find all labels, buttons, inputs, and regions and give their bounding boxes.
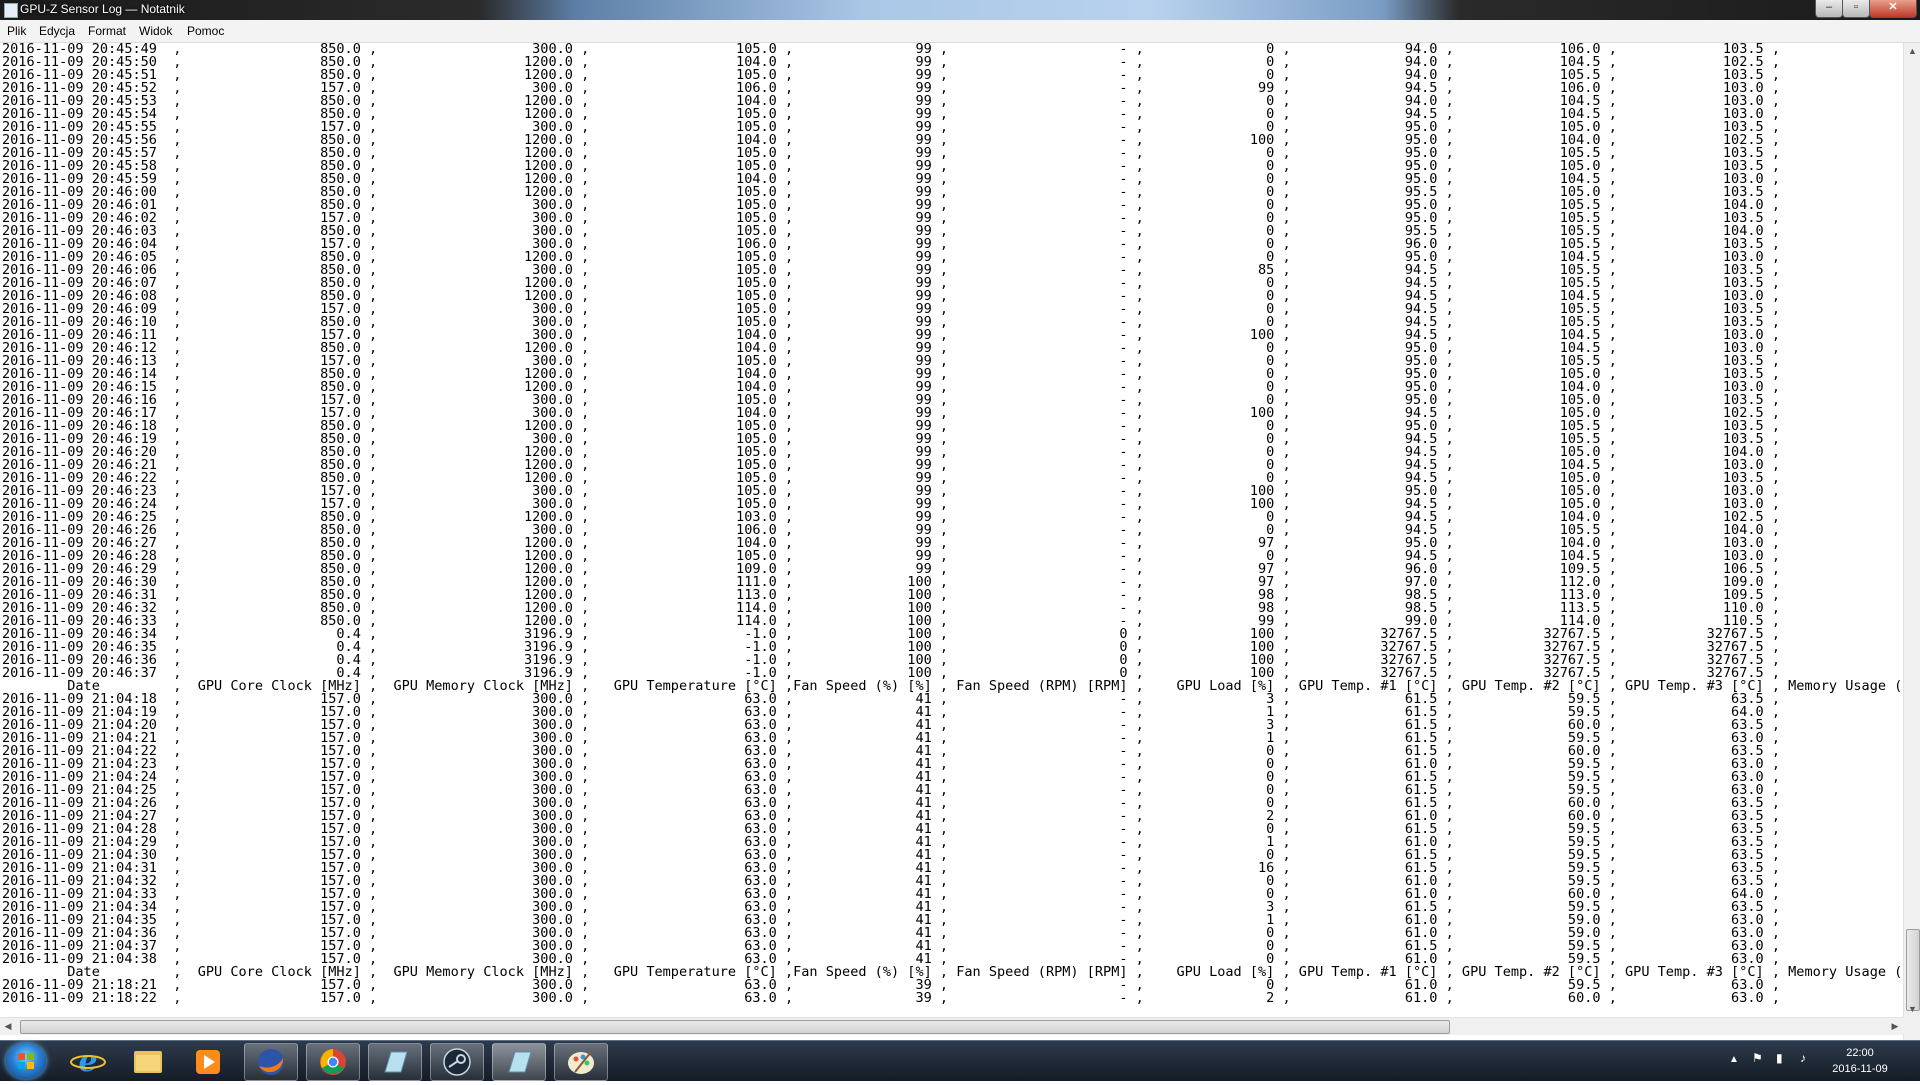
menu-view[interactable]: Widok <box>139 24 172 38</box>
vertical-scrollbar[interactable]: ▲ ▼ <box>1903 43 1920 1047</box>
tray-network-icon[interactable]: ▮ <box>1776 1051 1783 1065</box>
taskbar-firefox-icon[interactable] <box>244 1043 298 1081</box>
taskbar-paint-icon[interactable] <box>554 1043 608 1081</box>
menu-file[interactable]: Plik <box>7 24 26 38</box>
menu-format[interactable]: Format <box>88 24 126 38</box>
tray-show-hidden-icon[interactable]: ▲ <box>1729 1054 1739 1065</box>
windows-logo-icon <box>18 1053 34 1069</box>
menu-edit[interactable]: Edycja <box>39 24 75 38</box>
svg-text:e: e <box>78 1044 97 1079</box>
taskbar-steam-icon[interactable] <box>430 1043 484 1081</box>
scroll-left-icon[interactable]: ◀ <box>0 1018 16 1035</box>
start-button[interactable] <box>6 1043 46 1079</box>
close-button[interactable]: ✕ <box>1869 0 1917 18</box>
scrollbar-corner <box>1903 1017 1920 1034</box>
taskbar-chrome-icon[interactable] <box>306 1043 360 1081</box>
taskbar-notepad-active-icon[interactable] <box>492 1043 546 1081</box>
horizontal-scroll-thumb[interactable] <box>20 1020 1450 1034</box>
log-text: 2016-11-09 20:45:49 , 850.0 , 300.0 , 10… <box>2 43 1903 1006</box>
notepad-app-icon[interactable] <box>4 3 18 18</box>
menu-help[interactable]: Pomoc <box>187 24 224 38</box>
clock-date: 2016-11-09 <box>1832 1063 1888 1075</box>
taskbar-clock[interactable]: 22:00 2016-11-09 <box>1815 1045 1905 1077</box>
text-editor[interactable]: 2016-11-09 20:45:49 , 850.0 , 300.0 , 10… <box>0 43 1903 1047</box>
minimize-button[interactable]: ‒ <box>1815 0 1843 18</box>
clock-time: 22:00 <box>1846 1047 1874 1059</box>
maximize-button[interactable]: ▫ <box>1842 0 1870 18</box>
horizontal-scrollbar[interactable]: ◀ ▶ <box>0 1017 1903 1035</box>
vertical-scroll-thumb[interactable] <box>1906 929 1920 1011</box>
tray-volume-icon[interactable]: ♪ <box>1800 1051 1806 1065</box>
taskbar-notepad-icon[interactable] <box>368 1043 422 1081</box>
scroll-up-icon[interactable]: ▲ <box>1904 43 1920 59</box>
taskbar-internet-explorer-icon[interactable]: e <box>62 1043 114 1079</box>
scroll-down-icon[interactable]: ▼ <box>1904 1001 1920 1017</box>
taskbar-file-explorer-icon[interactable] <box>122 1043 174 1079</box>
scroll-right-icon[interactable]: ▶ <box>1887 1018 1903 1035</box>
window-title: GPU-Z Sensor Log — Notatnik <box>20 2 185 16</box>
taskbar: e ▲ ⚑ ▮ ♪ 22:00 2016-11-09 <box>0 1040 1920 1081</box>
menu-bar: Plik Edycja Format Widok Pomoc <box>0 20 1920 43</box>
tray-action-center-flag-icon[interactable]: ⚑ <box>1752 1051 1763 1065</box>
taskbar-media-player-icon[interactable] <box>182 1043 234 1079</box>
window-titlebar[interactable]: GPU-Z Sensor Log — Notatnik ‒ ▫ ✕ <box>0 0 1920 20</box>
